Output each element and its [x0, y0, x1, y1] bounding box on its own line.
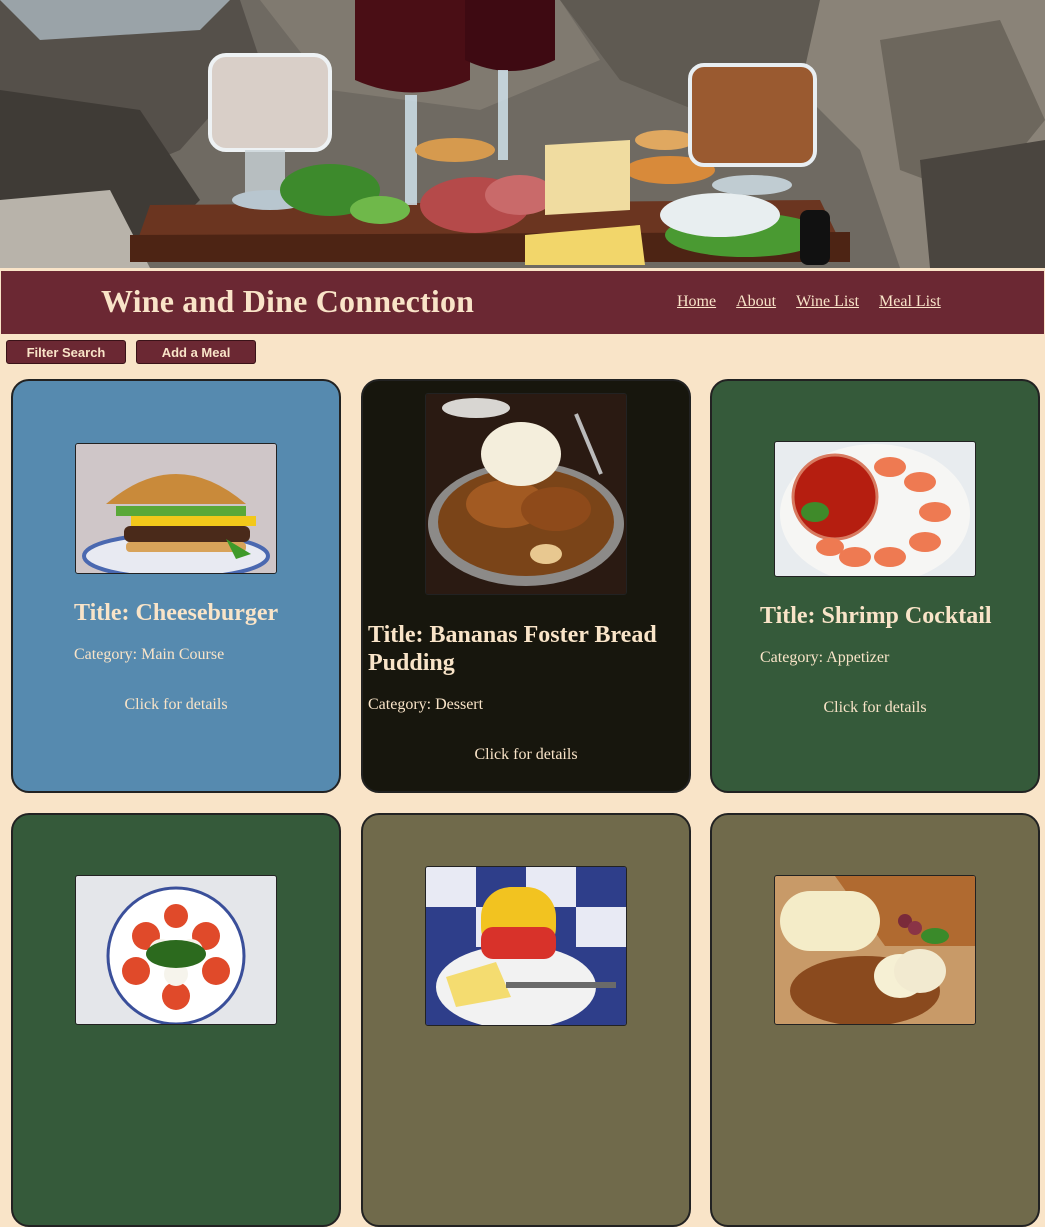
- meal-card-shrimp-cocktail[interactable]: Title: Shrimp Cocktail Category: Appetiz…: [710, 379, 1040, 793]
- card-category: Category: Dessert: [368, 696, 484, 713]
- card-title: Title: Cheeseburger: [74, 600, 279, 626]
- nav-link-about[interactable]: About: [736, 293, 776, 311]
- add-meal-button[interactable]: Add a Meal: [136, 340, 256, 364]
- bread-pudding-image: [425, 393, 627, 595]
- meal-card-cheeseburger[interactable]: Title: Cheeseburger Category: Main Cours…: [11, 379, 341, 793]
- card-details-link[interactable]: Click for details: [712, 699, 1038, 717]
- card-category: Category: Appetizer: [760, 649, 890, 666]
- caprese-salad-image: [75, 875, 277, 1025]
- card-category: Category: Main Course: [74, 646, 225, 663]
- site-header: Wine and Dine Connection Home About Wine…: [1, 271, 1044, 334]
- gouda-cheese-image: [425, 866, 627, 1026]
- main-nav: Home About Wine List Meal List: [677, 293, 941, 311]
- nav-link-home[interactable]: Home: [677, 293, 716, 311]
- cheeseburger-image: [75, 443, 277, 574]
- meal-card-bread-pudding[interactable]: Title: Bananas Foster Bread Pudding Cate…: [361, 379, 691, 793]
- hero-banner-image: [0, 0, 1045, 268]
- provolone-cheese-image: [774, 875, 976, 1025]
- nav-link-meal-list[interactable]: Meal List: [879, 293, 941, 311]
- card-details-link[interactable]: Click for details: [363, 746, 689, 764]
- meal-card-provolone[interactable]: [710, 813, 1040, 1227]
- filter-search-button[interactable]: Filter Search: [6, 340, 126, 364]
- meal-card-gouda[interactable]: [361, 813, 691, 1227]
- meal-toolbar: Filter Search Add a Meal: [6, 340, 256, 364]
- meal-card-caprese[interactable]: [11, 813, 341, 1227]
- nav-link-wine-list[interactable]: Wine List: [796, 293, 859, 311]
- card-title: Title: Bananas Foster Bread Pudding: [368, 622, 657, 676]
- site-title: Wine and Dine Connection: [101, 283, 475, 319]
- shrimp-cocktail-image: [774, 441, 976, 577]
- card-title: Title: Shrimp Cocktail: [760, 603, 992, 629]
- card-details-link[interactable]: Click for details: [13, 696, 339, 714]
